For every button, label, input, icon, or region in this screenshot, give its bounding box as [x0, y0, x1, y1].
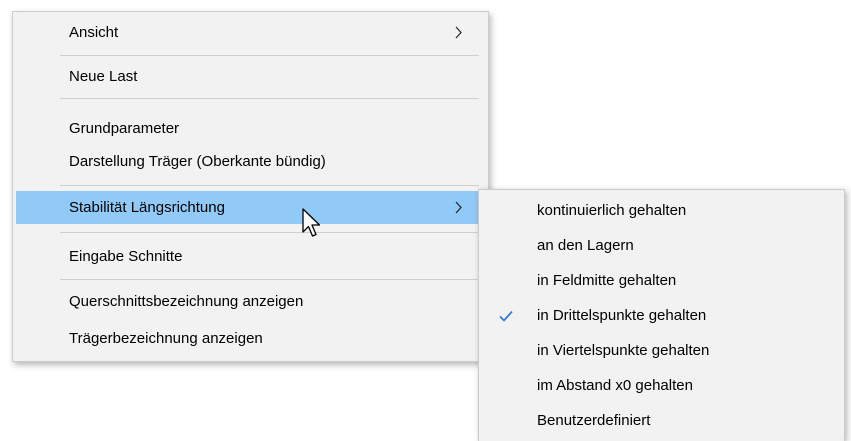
menu-item-label: Neue Last — [69, 68, 138, 85]
menu-separator — [60, 55, 479, 56]
submenu-item-abstand-x0[interactable]: im Abstand x0 gehalten — [482, 371, 841, 401]
submenu-item-label: in Feldmitte gehalten — [537, 272, 677, 289]
menu-item-label: Stabilität Längsrichtung — [69, 199, 225, 216]
submenu-item-kontinuierlich[interactable]: kontinuierlich gehalten — [482, 196, 841, 226]
mouse-pointer-icon — [302, 208, 321, 237]
submenu-item-label: im Abstand x0 gehalten — [537, 377, 693, 394]
menu-item-label: Trägerbezeichnung anzeigen — [69, 330, 263, 347]
menu-separator — [60, 232, 479, 233]
chevron-right-icon — [455, 201, 462, 214]
menu-item-label: Ansicht — [69, 24, 119, 41]
submenu-item-label: kontinuierlich gehalten — [537, 202, 687, 219]
menu-item-label: Querschnittsbezeichnung anzeigen — [69, 293, 304, 310]
submenu-item-drittelspunkte[interactable]: in Drittelspunkte gehalten — [482, 301, 841, 331]
menu-item-label: Grundparameter — [69, 120, 180, 137]
menu-item-label: Eingabe Schnitte — [69, 248, 183, 265]
menu-item-querschnittsbezeichnung[interactable]: Querschnittsbezeichnung anzeigen — [16, 285, 485, 318]
menu-item-stabilitaet-laengsrichtung[interactable]: Stabilität Längsrichtung — [16, 191, 485, 224]
submenu-item-label: in Viertelspunkte gehalten — [537, 342, 710, 359]
context-menu: Ansicht Neue Last Grundparameter Darstel… — [12, 11, 489, 362]
menu-item-neue-last[interactable]: Neue Last — [16, 60, 485, 93]
menu-item-darstellung-traeger[interactable]: Darstellung Träger (Oberkante bündig) — [16, 145, 485, 178]
menu-item-traegerbezeichnung[interactable]: Trägerbezeichnung anzeigen — [16, 322, 485, 355]
submenu-item-feldmitte[interactable]: in Feldmitte gehalten — [482, 266, 841, 296]
menu-separator — [60, 185, 479, 186]
submenu-stabilitaet: kontinuierlich gehalten an den Lagern in… — [478, 189, 845, 441]
menu-item-grundparameter[interactable]: Grundparameter — [16, 112, 485, 145]
submenu-item-label: an den Lagern — [537, 237, 634, 254]
menu-item-eingabe-schnitte[interactable]: Eingabe Schnitte — [16, 240, 485, 273]
submenu-item-an-den-lagern[interactable]: an den Lagern — [482, 231, 841, 261]
submenu-item-benutzerdefiniert[interactable]: Benutzerdefiniert — [482, 406, 841, 436]
chevron-right-icon — [455, 26, 462, 39]
submenu-item-label: Benutzerdefiniert — [537, 412, 651, 429]
menu-separator — [60, 98, 479, 99]
menu-separator — [60, 279, 479, 280]
menu-item-label: Darstellung Träger (Oberkante bündig) — [69, 153, 326, 170]
submenu-item-label: in Drittelspunkte gehalten — [537, 307, 707, 324]
submenu-item-viertelspunkte[interactable]: in Viertelspunkte gehalten — [482, 336, 841, 366]
menu-item-ansicht[interactable]: Ansicht — [16, 16, 485, 49]
checkmark-icon — [499, 310, 513, 322]
